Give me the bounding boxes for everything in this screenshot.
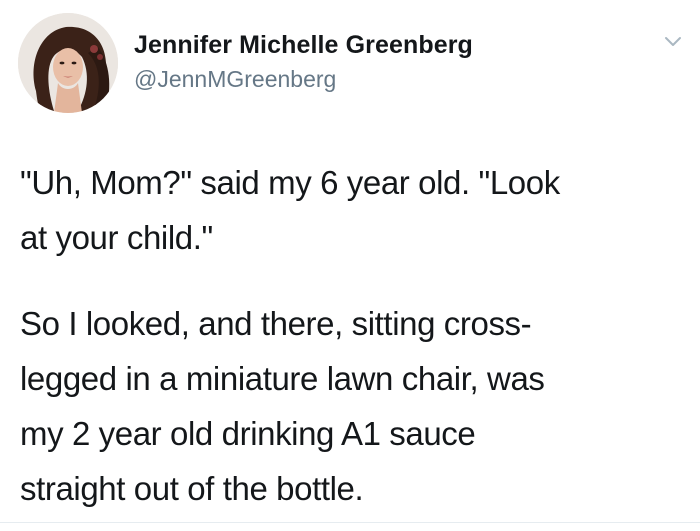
tweet-text-line: at your child." <box>20 219 213 256</box>
tweet-text-line: legged in a miniature lawn chair, was <box>20 360 545 397</box>
author-display-name[interactable]: Jennifer Michelle Greenberg <box>134 31 473 60</box>
author-avatar[interactable] <box>18 13 118 113</box>
profile-photo <box>18 13 118 113</box>
tweet-text-line: my 2 year old drinking A1 sauce <box>20 415 476 452</box>
author-handle[interactable]: @JennMGreenberg <box>134 66 336 93</box>
tweet-card: Jennifer Michelle Greenberg @JennMGreenb… <box>0 0 700 531</box>
tweet-text-line: straight out of the bottle. <box>20 470 364 507</box>
tweet-text-paragraph: "Uh, Mom?" said my 6 year old. "Look at … <box>20 155 680 265</box>
tweet-text-line: "Uh, Mom?" said my 6 year old. "Look <box>20 164 560 201</box>
tweet-text-line: So I looked, and there, sitting cross- <box>20 305 532 342</box>
chevron-down-icon[interactable] <box>662 30 684 52</box>
tweet-text-paragraph: So I looked, and there, sitting cross- l… <box>20 296 680 516</box>
